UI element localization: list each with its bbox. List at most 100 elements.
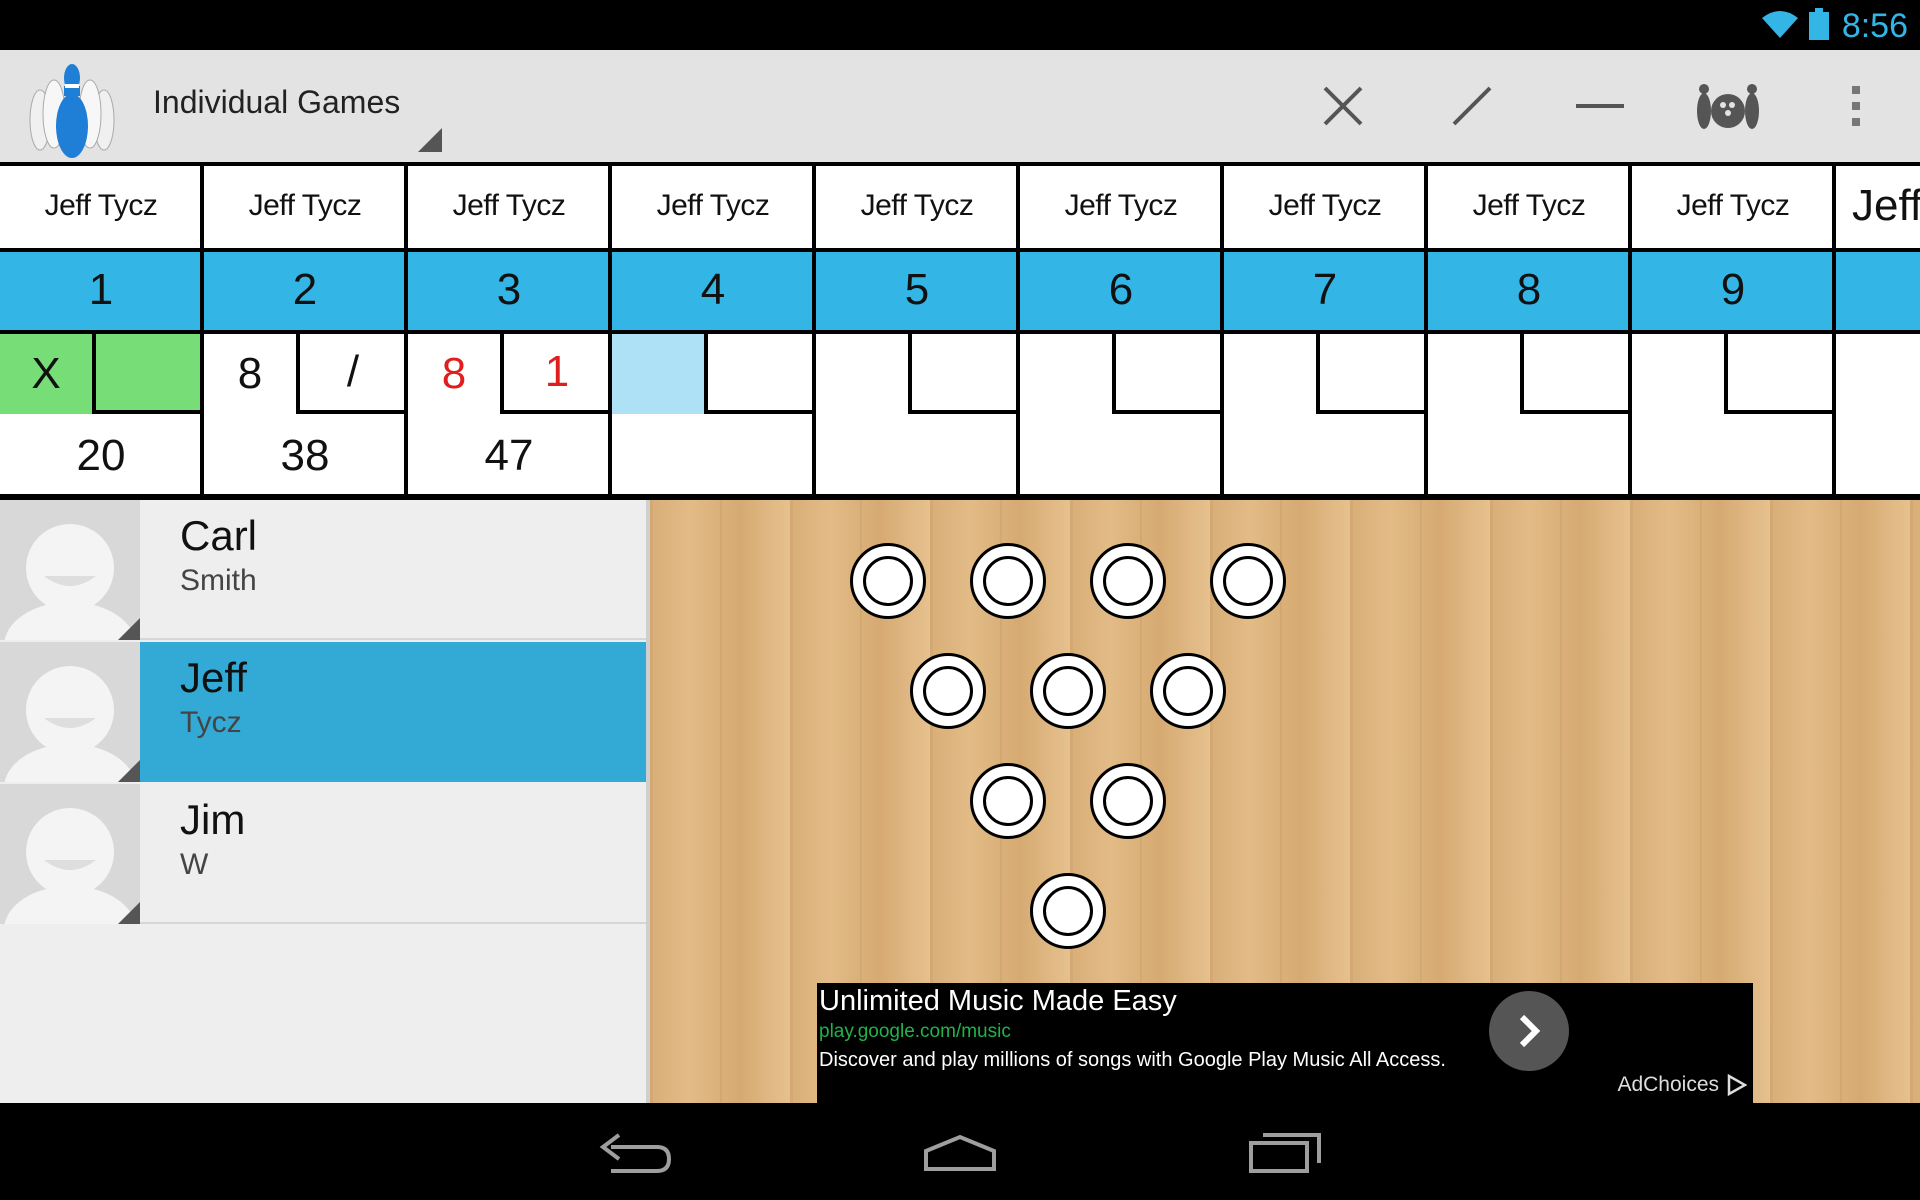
frame-ball-2[interactable] [908, 334, 1018, 414]
screen-title[interactable]: Individual Games [153, 84, 400, 121]
frame-total [816, 418, 1018, 494]
frame-number: 7 [1224, 250, 1426, 330]
ad-description: Discover and play millions of songs with… [819, 1049, 1446, 1071]
miss-dash-icon[interactable] [1564, 70, 1636, 142]
pin-6[interactable] [1150, 653, 1226, 729]
frame-1[interactable]: Jeff Tycz 1 X 20 [0, 162, 204, 496]
adchoices-icon [1727, 1074, 1747, 1096]
bowler-list: Carl Smith Jeff Tycz Jim W [0, 500, 650, 1103]
bowler-first-name: Jeff [180, 654, 247, 701]
wifi-icon [1760, 10, 1800, 45]
frame-3[interactable]: Jeff Tycz 3 8 1 47 [408, 162, 612, 496]
bowler-item-jim[interactable]: Jim W [0, 784, 650, 924]
status-bar: 8:56 [0, 0, 1920, 50]
ad-headline[interactable]: Unlimited Music Made Easy [819, 985, 1177, 1018]
frame-ball-1[interactable]: 8 [204, 334, 296, 414]
ad-go-button[interactable] [1489, 991, 1569, 1071]
frame-ball-2[interactable] [1112, 334, 1222, 414]
frame-number: 4 [612, 250, 814, 330]
bowler-item-carl[interactable]: Carl Smith [0, 500, 650, 640]
scorecard: Jeff Tycz 1 X 20 Jeff Tycz 2 8 / 38 Jeff… [0, 162, 1920, 500]
pin-1[interactable] [1030, 873, 1106, 949]
bowler-last-name: Tycz [180, 706, 242, 739]
frame-ball-1[interactable]: X [0, 334, 92, 414]
action-bar: Individual Games [0, 50, 1920, 162]
frame-total [1020, 418, 1222, 494]
frame-6[interactable]: Jeff Tycz 6 [1020, 162, 1224, 496]
adchoices-link[interactable]: AdChoices [1617, 1073, 1747, 1097]
ad-url[interactable]: play.google.com/music [819, 1021, 1011, 1043]
pin-2[interactable] [970, 763, 1046, 839]
pin-10[interactable] [1210, 543, 1286, 619]
battery-icon [1808, 8, 1830, 45]
ad-banner[interactable]: Unlimited Music Made Easy play.google.co… [817, 983, 1753, 1103]
pin-8[interactable] [970, 543, 1046, 619]
frame-total [612, 418, 814, 494]
frame-ball-2[interactable] [92, 334, 202, 414]
bowling-app-icon[interactable] [22, 56, 122, 165]
pin-5[interactable] [1030, 653, 1106, 729]
overflow-menu-icon[interactable] [1820, 70, 1892, 142]
frame-ball-2[interactable]: / [296, 334, 406, 414]
frame-8[interactable]: Jeff Tycz 8 [1428, 162, 1632, 496]
frame-4[interactable]: Jeff Tycz 4 [612, 162, 816, 496]
bowler-first-name: Jim [180, 796, 246, 843]
frame-number: 9 [1632, 250, 1834, 330]
frame-2[interactable]: Jeff Tycz 2 8 / 38 [204, 162, 408, 496]
back-icon[interactable] [580, 1123, 690, 1183]
pin-4[interactable] [910, 653, 986, 729]
frame-total [1428, 418, 1630, 494]
frame-total [1224, 418, 1426, 494]
frame-number [1836, 250, 1920, 330]
strike-x-icon[interactable] [1307, 70, 1379, 142]
frame-7[interactable]: Jeff Tycz 7 [1224, 162, 1428, 496]
frame-number: 2 [204, 250, 406, 330]
navigation-bar [0, 1103, 1920, 1200]
bowler-first-name: Carl [180, 512, 258, 559]
frame-player-name-partial: Jeff [1852, 181, 1920, 230]
recents-icon[interactable] [1230, 1123, 1340, 1183]
frame-player-name: Jeff Tycz [656, 189, 770, 222]
spare-slash-icon[interactable] [1436, 70, 1508, 142]
frame-player-name: Jeff Tycz [1064, 189, 1178, 222]
frame-number: 1 [0, 250, 202, 330]
frame-total [1632, 418, 1834, 494]
avatar[interactable] [0, 500, 140, 640]
avatar[interactable] [0, 784, 140, 924]
frame-player-name: Jeff Tycz [452, 189, 566, 222]
pin-7[interactable] [850, 543, 926, 619]
frame-ball-1[interactable] [1020, 334, 1112, 414]
frame-player-name: Jeff Tycz [860, 189, 974, 222]
frame-ball-2[interactable] [1520, 334, 1630, 414]
adchoices-label: AdChoices [1617, 1073, 1719, 1096]
frame-5[interactable]: Jeff Tycz 5 [816, 162, 1020, 496]
frame-ball-2[interactable] [1724, 334, 1834, 414]
status-clock: 8:56 [1841, 7, 1908, 45]
bowler-item-jeff[interactable]: Jeff Tycz [0, 642, 650, 782]
avatar[interactable] [0, 642, 140, 782]
frame-ball-1[interactable] [1428, 334, 1520, 414]
frame-ball-2[interactable] [704, 334, 814, 414]
bowler-last-name: Smith [180, 564, 257, 597]
frame-total: 47 [484, 431, 534, 480]
frame-player-name: Jeff Tycz [1472, 189, 1586, 222]
frame-number: 5 [816, 250, 1018, 330]
frame-ball-1[interactable] [1224, 334, 1316, 414]
frame-player-name: Jeff Tycz [1268, 189, 1382, 222]
frame-number: 3 [408, 250, 610, 330]
home-icon[interactable] [905, 1123, 1015, 1183]
frame-ball-1-current[interactable] [612, 334, 704, 414]
frame-ball-1[interactable] [1632, 334, 1724, 414]
frame-9[interactable]: Jeff Tycz 9 [1632, 162, 1836, 496]
frame-ball-1[interactable] [816, 334, 908, 414]
frame-number: 8 [1428, 250, 1630, 330]
frame-player-name: Jeff Tycz [1676, 189, 1790, 222]
frame-ball-1[interactable]: 8 [408, 334, 500, 414]
frame-total: 38 [280, 431, 330, 480]
pins-ball-icon[interactable] [1692, 70, 1764, 142]
frame-ball-2[interactable]: 1 [500, 334, 610, 414]
frame-ball-2[interactable] [1316, 334, 1426, 414]
pin-3[interactable] [1090, 763, 1166, 839]
pin-9[interactable] [1090, 543, 1166, 619]
frame-number: 6 [1020, 250, 1222, 330]
